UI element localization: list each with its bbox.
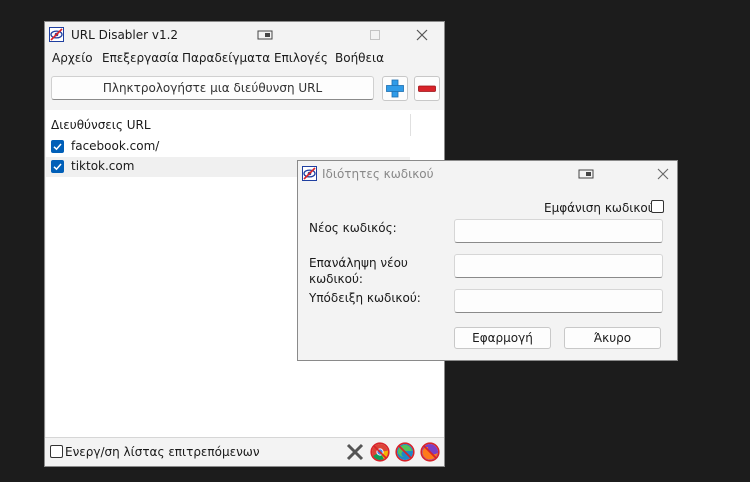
url-row[interactable]: facebook.com/ — [46, 137, 410, 157]
url-checkbox[interactable] — [51, 140, 64, 153]
new-password-field[interactable] — [454, 219, 663, 243]
window-title: URL Disabler v1.2 — [71, 28, 179, 42]
close-button[interactable] — [402, 22, 442, 48]
firefox-blocked-icon[interactable] — [420, 442, 440, 462]
dialog-close-button[interactable] — [643, 161, 683, 187]
snap-layout-icon[interactable] — [245, 22, 285, 48]
password-hint-field[interactable] — [454, 289, 663, 313]
show-password-label[interactable]: Εμφάνιση κωδικού — [544, 200, 655, 216]
url-text: tiktok.com — [71, 159, 135, 173]
url-text: facebook.com/ — [71, 139, 160, 153]
whitelist-label[interactable]: Ενεργ/ση λίστας επιτρεπόμενων — [65, 445, 260, 459]
url-list-header: Διευθύνσεις URL — [51, 118, 151, 132]
new-password-label: Νέος κωδικός: — [309, 221, 397, 235]
app-eye-icon — [302, 166, 317, 181]
check-icon — [53, 143, 62, 151]
snap-layout-icon[interactable] — [566, 161, 606, 187]
menu-options[interactable]: Επιλογές — [274, 51, 328, 65]
whitelist-checkbox[interactable] — [50, 445, 63, 458]
menu-edit[interactable]: Επεξεργασία — [102, 51, 179, 65]
check-icon — [53, 163, 62, 171]
status-bar: Ενεργ/ση λίστας επιτρεπόμενων — [45, 437, 444, 466]
menu-examples[interactable]: Παραδείγματα — [182, 51, 270, 65]
url-input[interactable]: Πληκτρολογήστε μια διεύθυνση URL — [51, 76, 374, 100]
maximize-button[interactable] — [355, 22, 395, 48]
password-hint-label: Υπόδειξη κωδικού: — [309, 291, 421, 305]
repeat-password-field[interactable] — [454, 254, 663, 278]
repeat-password-label: Επανάληψη νέου κωδικού: — [309, 256, 408, 286]
plus-icon — [386, 79, 404, 98]
add-url-button[interactable] — [382, 76, 408, 101]
url-checkbox[interactable] — [51, 160, 64, 173]
menu-help[interactable]: Βοήθεια — [335, 51, 384, 65]
chrome-blocked-icon[interactable] — [370, 442, 390, 462]
minus-icon — [418, 85, 436, 92]
column-separator — [410, 114, 411, 136]
remove-url-button[interactable] — [414, 76, 440, 101]
show-password-checkbox[interactable] — [651, 200, 664, 213]
edge-blocked-icon[interactable] — [395, 442, 415, 462]
apply-button[interactable]: Εφαρμογή — [454, 327, 551, 349]
cancel-button[interactable]: Άκυρο — [564, 327, 661, 349]
dialog-titlebar[interactable]: Ιδιότητες κωδικού — [298, 161, 677, 187]
main-titlebar[interactable]: URL Disabler v1.2 — [45, 22, 444, 48]
menu-bar: Αρχείο Επεξεργασία Παραδείγματα Επιλογές… — [45, 48, 444, 70]
close-x-icon[interactable] — [345, 442, 365, 462]
dialog-title: Ιδιότητες κωδικού — [322, 167, 434, 181]
password-dialog: Ιδιότητες κωδικού Εμφάνιση κωδικού Νέος … — [297, 160, 678, 361]
menu-file[interactable]: Αρχείο — [52, 51, 93, 65]
app-eye-icon — [49, 27, 64, 42]
